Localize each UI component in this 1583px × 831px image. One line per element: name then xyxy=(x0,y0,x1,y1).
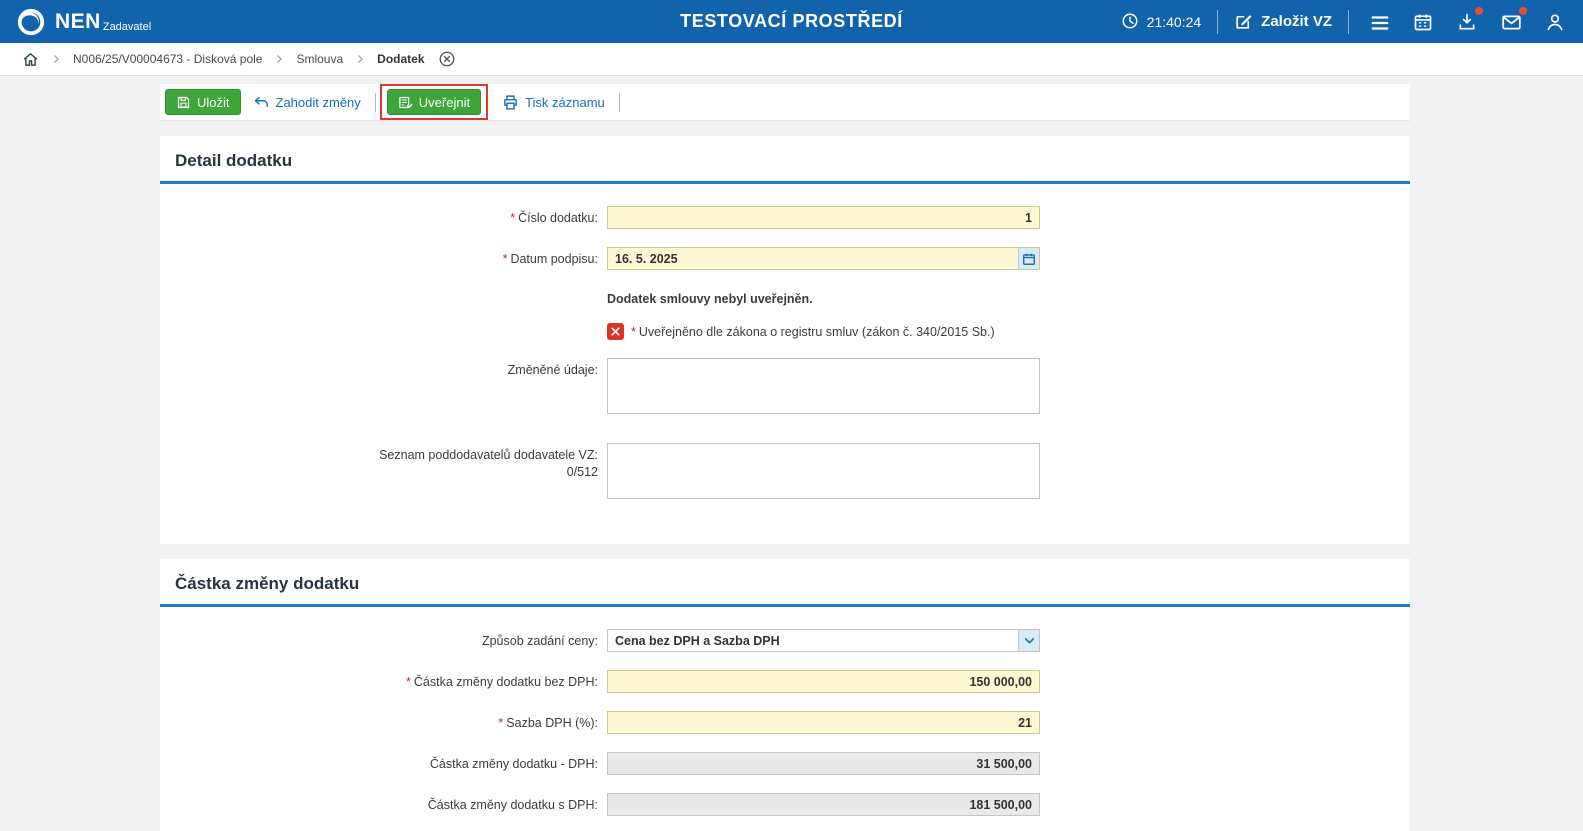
create-vz-button[interactable]: Založit VZ xyxy=(1234,12,1332,32)
messages-badge xyxy=(1519,7,1527,15)
chevron-right-icon xyxy=(50,53,62,65)
not-published-note: Dodatek smlouvy nebyl uveřejněn. xyxy=(607,288,1040,306)
discard-changes-button[interactable]: Zahodit změny xyxy=(253,94,361,111)
toolbar-separator xyxy=(375,93,376,112)
sazba-dph-input[interactable] xyxy=(607,711,1040,734)
breadcrumb-item-smlouva[interactable]: Smlouva xyxy=(296,52,343,66)
home-icon[interactable] xyxy=(22,51,39,68)
save-button[interactable]: Uložit xyxy=(165,89,241,115)
user-icon xyxy=(1545,12,1565,32)
castka-dph-readonly xyxy=(607,752,1040,775)
divider xyxy=(1348,10,1349,34)
dropdown-chevron-button[interactable] xyxy=(1018,630,1039,651)
zmenene-udaje-textarea[interactable] xyxy=(607,358,1040,414)
char-counter: 0/512 xyxy=(567,465,598,479)
registry-law-label: *Uveřejněno dle zákona o registru smluv … xyxy=(631,325,995,339)
compose-icon xyxy=(1234,12,1254,32)
breadcrumb-item-contract[interactable]: N006/25/V00004673 - Disková pole xyxy=(73,52,262,66)
red-x-indicator-icon xyxy=(607,323,624,340)
breadcrumb: N006/25/V00004673 - Disková pole Smlouva… xyxy=(0,43,1583,76)
section-title: Detail dodatku xyxy=(160,136,1410,181)
field-label-seznam-poddodavatelu: Seznam poddodavatelů dodavatele VZ: 0/51… xyxy=(160,443,607,481)
hamburger-icon xyxy=(1369,12,1389,32)
toolbar-separator xyxy=(619,93,620,112)
messages-button[interactable] xyxy=(1497,10,1525,34)
field-label-bez-dph: *Částka změny dodatku bez DPH: xyxy=(160,670,607,691)
topbar-actions: 21:40:24 Založit VZ xyxy=(1121,10,1569,34)
chevron-right-icon xyxy=(273,53,285,65)
publish-button[interactable]: Uveřejnit xyxy=(387,89,481,115)
cislo-dodatku-input[interactable] xyxy=(607,206,1040,229)
page: NEN Zadavatel TESTOVACÍ PROSTŘEDÍ 21:40:… xyxy=(0,0,1583,831)
field-label-zmenene-udaje: Změněné údaje: xyxy=(160,358,607,379)
nen-logo-icon xyxy=(16,7,46,37)
brand-subtitle: Zadavatel xyxy=(103,21,151,33)
field-label-zpusob-zadani: Způsob zadání ceny: xyxy=(160,629,607,650)
menu-button[interactable] xyxy=(1365,10,1393,34)
calendar-icon xyxy=(1413,12,1433,32)
record-toolbar: Uložit Zahodit změny Uveřejnit Tisk zázn… xyxy=(160,84,1410,121)
chevron-right-icon xyxy=(354,53,366,65)
date-picker-button[interactable] xyxy=(1018,248,1039,269)
field-label-datum-podpisu: *Datum podpisu: xyxy=(160,247,607,268)
datum-podpisu-input[interactable] xyxy=(607,247,1040,270)
annotation-highlight: Uveřejnit xyxy=(380,84,488,120)
profile-button[interactable] xyxy=(1541,10,1569,34)
print-record-button[interactable]: Tisk záznamu xyxy=(502,94,605,111)
brand-block: NEN Zadavatel xyxy=(16,7,151,37)
envelope-icon xyxy=(1501,12,1521,32)
environment-title: TESTOVACÍ PROSTŘEDÍ xyxy=(680,11,903,32)
castka-bez-dph-input[interactable] xyxy=(607,670,1040,693)
section-castka-zmeny: Částka změny dodatku Způsob zadání ceny:… xyxy=(160,559,1410,831)
clock: 21:40:24 xyxy=(1121,12,1202,32)
field-label-castka-s-dph: Částka změny dodatku s DPH: xyxy=(160,793,607,814)
divider xyxy=(1217,10,1218,34)
breadcrumb-item-dodatek: Dodatek xyxy=(377,52,424,66)
download-badge xyxy=(1475,7,1483,15)
seznam-poddodavatelu-textarea[interactable] xyxy=(607,443,1040,499)
field-label-sazba-dph: *Sazba DPH (%): xyxy=(160,711,607,732)
zpusob-zadani-select[interactable] xyxy=(607,629,1040,652)
clock-icon xyxy=(1121,12,1141,32)
section-detail-dodatku: Detail dodatku *Číslo dodatku: *Datum po… xyxy=(160,136,1410,544)
download-icon xyxy=(1457,12,1477,32)
topbar: NEN Zadavatel TESTOVACÍ PROSTŘEDÍ 21:40:… xyxy=(0,0,1583,43)
calendar-button[interactable] xyxy=(1409,10,1437,34)
section-title: Částka změny dodatku xyxy=(160,559,1410,604)
field-label-castka-dph: Částka změny dodatku - DPH: xyxy=(160,752,607,773)
downloads-button[interactable] xyxy=(1453,10,1481,34)
main-content: Uložit Zahodit změny Uveřejnit Tisk zázn… xyxy=(0,76,1583,831)
clock-value: 21:40:24 xyxy=(1147,14,1202,30)
castka-s-dph-readonly xyxy=(607,793,1040,816)
close-breadcrumb-icon[interactable] xyxy=(438,50,456,68)
brand-name: NEN xyxy=(55,10,101,34)
field-label-cislo-dodatku: *Číslo dodatku: xyxy=(160,206,607,227)
